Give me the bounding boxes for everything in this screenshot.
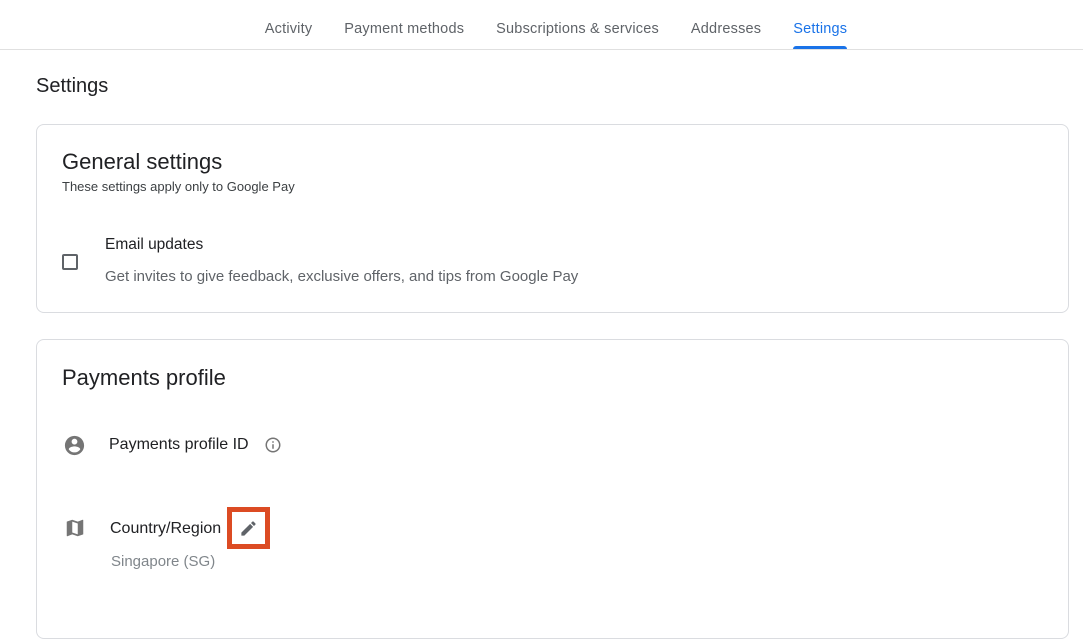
country-region-label: Country/Region: [110, 520, 221, 538]
email-updates-label: Email updates: [105, 236, 203, 254]
info-icon[interactable]: [264, 436, 282, 454]
payments-profile-title: Payments profile: [62, 365, 226, 391]
email-updates-checkbox[interactable]: [62, 254, 78, 270]
payments-profile-id-label: Payments profile ID: [109, 436, 249, 454]
email-updates-description: Get invites to give feedback, exclusive …: [105, 268, 578, 285]
tab-payment-methods[interactable]: Payment methods: [344, 21, 464, 49]
general-settings-card: General settings These settings apply on…: [36, 124, 1069, 313]
tab-subscriptions-services[interactable]: Subscriptions & services: [496, 21, 659, 49]
country-region-value: Singapore (SG): [111, 553, 215, 570]
click-highlight-annotation: [227, 507, 270, 549]
payments-profile-card: Payments profile Payments profile ID Cou…: [36, 339, 1069, 639]
edit-icon: [239, 519, 258, 538]
top-navigation: Activity Payment methods Subscriptions &…: [0, 0, 1083, 50]
general-settings-title: General settings: [62, 149, 222, 175]
tab-settings[interactable]: Settings: [793, 21, 847, 49]
general-settings-subtitle: These settings apply only to Google Pay: [62, 179, 295, 194]
edit-country-button[interactable]: [232, 512, 265, 544]
page-title: Settings: [36, 75, 108, 98]
tab-activity[interactable]: Activity: [265, 21, 313, 49]
account-circle-icon: [63, 434, 86, 457]
tab-addresses[interactable]: Addresses: [691, 21, 761, 49]
map-icon: [64, 517, 86, 539]
